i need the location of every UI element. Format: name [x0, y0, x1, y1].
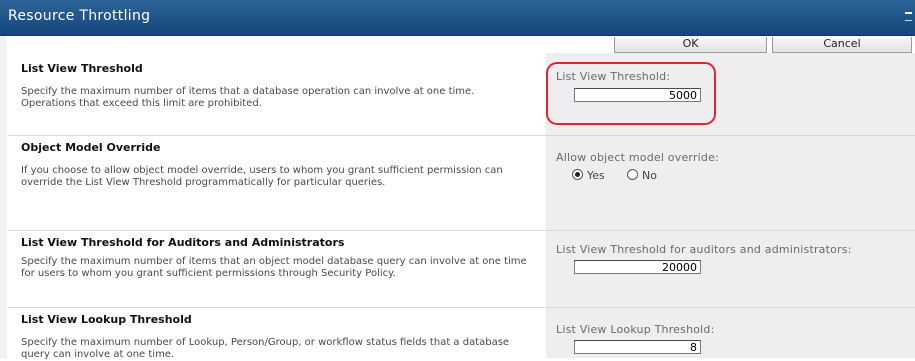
highlight-annotation	[546, 62, 716, 125]
field-label: Allow object model override:	[556, 151, 719, 164]
section-control-panel: Allow object model override: Yes No	[546, 136, 915, 230]
radio-yes-label: Yes	[587, 169, 605, 182]
section-description-panel: List View Lookup Threshold Specify the m…	[8, 308, 546, 360]
radio-yes[interactable]: Yes	[572, 169, 605, 182]
section-description: Specify the maximum number of Lookup, Pe…	[21, 337, 510, 360]
lookup-threshold-input[interactable]: 8	[574, 340, 701, 354]
section-description: If you choose to allow object model over…	[21, 165, 503, 188]
section-control-panel: List View Lookup Threshold: 8	[546, 308, 915, 358]
left-edge	[0, 36, 7, 358]
section-control-panel: List View Threshold for auditors and adm…	[546, 231, 915, 307]
section-description: Specify the maximum number of items that…	[21, 256, 527, 279]
radio-no-label: No	[642, 169, 657, 182]
radio-unselected-icon[interactable]	[627, 169, 638, 180]
auditors-threshold-input[interactable]: 20000	[574, 260, 701, 274]
section-heading: List View Threshold	[21, 62, 143, 75]
section-lookup-threshold: List View Lookup Threshold Specify the m…	[8, 308, 915, 360]
section-auditors-threshold: List View Threshold for Auditors and Adm…	[8, 231, 915, 307]
field-label: List View Lookup Threshold:	[556, 323, 715, 336]
section-heading: List View Lookup Threshold	[21, 313, 192, 326]
dialog-titlebar: Resource Throttling	[0, 0, 915, 36]
section-list-view-threshold: List View Threshold Specify the maximum …	[8, 53, 915, 135]
section-object-model-override: Object Model Override If you choose to a…	[8, 136, 915, 230]
section-description-panel: List View Threshold Specify the maximum …	[8, 53, 546, 135]
field-label: List View Threshold for auditors and adm…	[556, 243, 852, 256]
cancel-button[interactable]: Cancel	[772, 37, 912, 53]
section-heading: Object Model Override	[21, 141, 161, 154]
radio-selected-icon[interactable]	[572, 169, 583, 180]
section-description: Specify the maximum number of items that…	[21, 86, 475, 109]
section-heading: List View Threshold for Auditors and Adm…	[21, 236, 345, 249]
ok-button[interactable]: OK	[614, 37, 767, 53]
section-description-panel: Object Model Override If you choose to a…	[8, 136, 546, 230]
section-description-panel: List View Threshold for Auditors and Adm…	[8, 231, 546, 307]
dialog-title: Resource Throttling	[8, 8, 151, 24]
radio-no[interactable]: No	[627, 169, 657, 182]
maximize-icon[interactable]	[905, 12, 912, 21]
